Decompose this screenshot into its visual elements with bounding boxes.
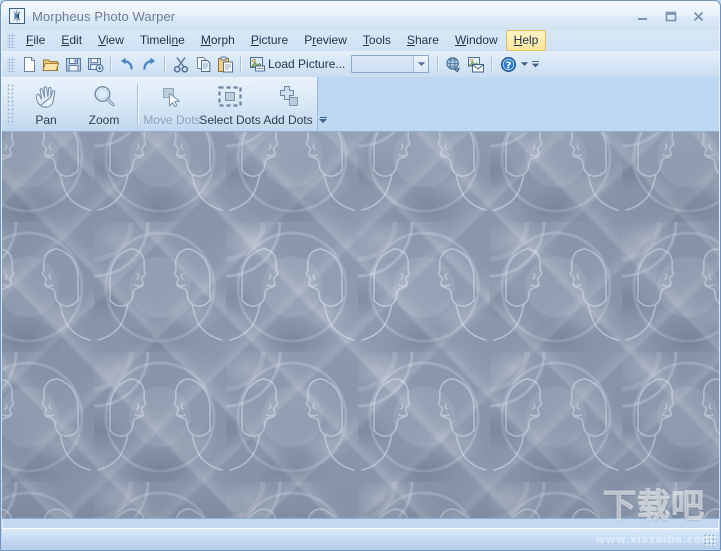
menu-accesskey: P [250,33,259,47]
menu-accesskey: S [406,33,415,47]
menu-item-label: dit [69,33,83,47]
overflow-bar [319,117,327,118]
window-frame: Morpheus Photo Warper File Edit View Tim… [0,0,721,551]
magnifier-icon [90,83,118,111]
title-bar: Morpheus Photo Warper [2,2,719,30]
toolbar-grip[interactable] [7,56,15,72]
menu-accesskey: V [98,33,106,47]
tool-label-pan: Pan [35,113,57,127]
menu-bar: File Edit View Timeline Morph Picture Pr… [2,30,719,51]
app-logo-icon [9,8,25,24]
save-icon[interactable] [62,53,84,75]
toolpanel-grip[interactable] [6,83,15,125]
menu-item-tools[interactable]: Tools [355,30,399,51]
maximize-icon[interactable] [657,7,683,26]
menu-item-share[interactable]: Share [399,30,447,51]
help-dropdown-arrow-icon[interactable] [519,53,530,75]
paste-icon[interactable] [214,53,236,75]
tool-label-zoom: Zoom [88,113,120,127]
toolbar-separator [164,55,166,73]
menu-item-label: hare [414,33,439,47]
redo-icon[interactable] [138,53,160,75]
publish-web-icon[interactable] [443,53,465,75]
tool-button-pan[interactable]: Pan [17,77,75,131]
menu-item-label: Timeli [139,33,172,47]
menu-item-preview[interactable]: Preview [296,30,355,51]
add-dot-icon [274,83,302,111]
menu-item-label: elp [522,33,539,47]
status-bar [2,528,719,549]
tool-label-select-dots: Select Dots [199,113,261,127]
load-picture-label[interactable]: Load Picture... [268,57,345,71]
menu-item-label: iew [105,33,124,47]
menu-item-label: orph [210,33,235,47]
tools-toolbar: Pan Zoom Move Dots Select Dots Add Dots [2,77,719,131]
overflow-triangle [319,119,327,123]
load-picture-icon[interactable] [246,53,268,75]
menu-item-label-tail: e [178,33,185,47]
tool-button-select-dots[interactable]: Select Dots [199,77,261,131]
tool-button-zoom[interactable]: Zoom [75,77,133,131]
tool-label-move-dots: Move Dots [143,113,201,127]
menu-item-label-tail: eview [316,33,347,47]
menu-item-morph[interactable]: Morph [193,30,243,51]
menu-accesskey: W [454,33,467,47]
menu-item-help[interactable]: Help [505,30,547,51]
toolbar-separator [491,55,494,73]
image-canvas[interactable] [2,131,719,519]
menu-grip[interactable] [7,33,15,48]
application-window: Morpheus Photo Warper File Edit View Tim… [0,0,721,551]
minimize-icon[interactable] [629,7,655,26]
svg-text:?: ? [505,60,511,71]
standard-toolbar: Load Picture... ? [2,51,719,77]
hand-icon [32,83,60,111]
toolpanel-overflow-icon[interactable] [317,77,329,131]
menu-item-label: ools [368,33,391,47]
menu-item-file[interactable]: File [18,30,53,51]
menu-item-timeline[interactable]: Timeline [132,30,193,51]
window-title: Morpheus Photo Warper [32,8,176,24]
toolbar-separator [240,55,242,73]
pattern-vignette-layer [2,132,719,518]
save-as-icon[interactable] [84,53,106,75]
menu-item-label: icture [258,33,289,47]
toolbar-separator [110,55,112,73]
menu-item-label: indow [466,33,498,47]
cut-icon[interactable] [170,53,192,75]
move-cursor-icon [158,83,186,111]
open-icon[interactable] [40,53,62,75]
menu-accesskey: M [200,33,211,47]
tools-toolbar-band: Pan Zoom Move Dots Select Dots Add Dots [2,77,327,131]
close-icon[interactable] [685,7,711,26]
toolpanel-separator [137,84,139,124]
window-controls [629,7,711,26]
menu-item-label: ile [33,33,46,47]
menu-item-edit[interactable]: Edit [53,30,90,51]
undo-icon[interactable] [116,53,138,75]
new-icon[interactable] [18,53,40,75]
marquee-icon [216,83,244,111]
warped-image[interactable] [2,132,719,518]
menu-item-picture[interactable]: Picture [243,30,296,51]
menu-item-window[interactable]: Window [447,30,506,51]
toolbar-separator [437,55,440,73]
overflow-bar [532,60,540,62]
toolbar-overflow-icon[interactable] [530,60,541,68]
menu-item-view[interactable]: View [90,30,132,51]
email-icon[interactable] [465,53,487,75]
resize-grip[interactable] [704,534,717,547]
tool-label-add-dots: Add Dots [263,113,313,127]
copy-icon[interactable] [192,53,214,75]
tool-button-move-dots[interactable]: Move Dots [143,77,201,131]
picture-combo-value[interactable] [352,56,413,72]
chevron-down-icon[interactable] [413,56,429,72]
picture-combo[interactable] [351,55,430,73]
help-question-icon[interactable]: ? [497,53,519,75]
tool-button-add-dots[interactable]: Add Dots [259,77,317,131]
